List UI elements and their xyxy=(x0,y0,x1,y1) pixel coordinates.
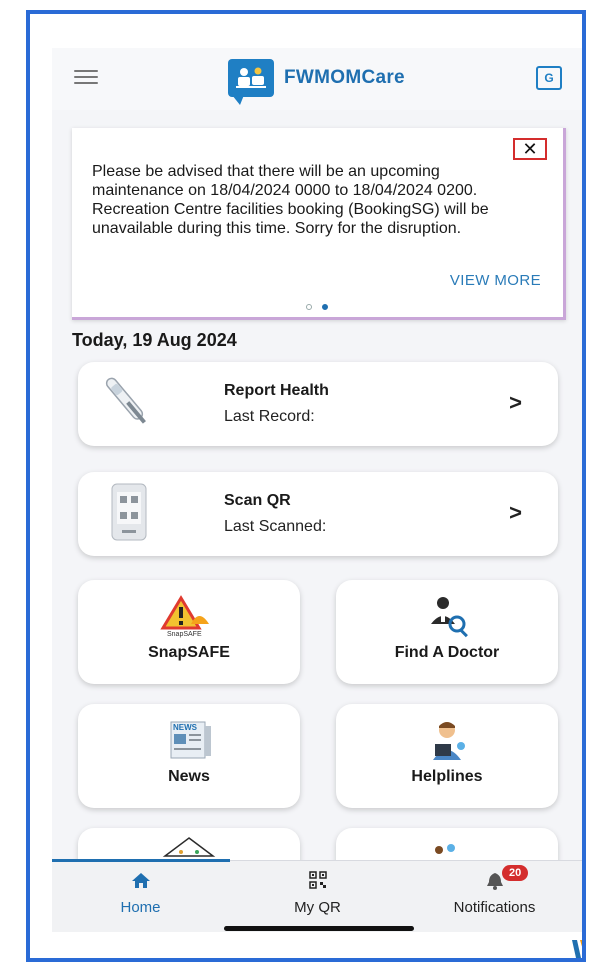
news-tile[interactable]: NEWS News xyxy=(78,704,300,808)
bell-icon: 20 xyxy=(406,865,582,893)
helplines-label: Helplines xyxy=(411,768,483,785)
snapsafe-icon-text: SnapSAFE xyxy=(167,631,202,638)
nav-notifications-label: Notifications xyxy=(453,899,536,916)
nav-notifications[interactable]: 20 Notifications xyxy=(406,865,582,925)
thermometer-icon xyxy=(94,372,164,436)
qr-code-icon xyxy=(229,871,406,893)
nav-my-qr[interactable]: My QR xyxy=(229,867,406,925)
chevron-right-icon: > xyxy=(509,390,522,415)
warning-icon: SnapSAFE xyxy=(159,594,219,638)
notification-count-badge: 20 xyxy=(502,865,529,881)
nav-home[interactable]: Home xyxy=(52,867,229,925)
phone-screen: FWMOMCare G ✕ Please be advised that the… xyxy=(52,48,582,932)
nav-my-qr-label: My QR xyxy=(294,899,341,916)
snapsafe-label: SnapSAFE xyxy=(148,644,230,661)
scan-qr-card[interactable]: Scan QR Last Scanned: > xyxy=(78,472,558,556)
home-icon xyxy=(52,871,229,893)
menu-icon[interactable] xyxy=(74,70,98,86)
watermark-logo-icon xyxy=(570,936,582,958)
snapsafe-tile[interactable]: SnapSAFE SnapSAFE xyxy=(78,580,300,684)
home-indicator xyxy=(224,926,414,931)
app-brand: FWMOMCare xyxy=(228,58,405,105)
helpline-agent-icon xyxy=(417,718,477,762)
chevron-right-icon: > xyxy=(509,500,522,525)
carousel-dots xyxy=(306,304,328,310)
scan-qr-title: Scan QR xyxy=(224,492,291,509)
app-logo-icon xyxy=(228,59,274,105)
report-health-last-record: Last Record: xyxy=(224,408,315,425)
announcement-text: Please be advised that there will be an … xyxy=(92,163,489,237)
screenshot-frame: FWMOMCare G ✕ Please be advised that the… xyxy=(26,10,586,962)
carousel-dot[interactable] xyxy=(306,304,312,310)
close-banner-button[interactable]: ✕ xyxy=(513,138,547,160)
top-bar: FWMOMCare G xyxy=(52,48,582,110)
find-doctor-tile[interactable]: Find A Doctor xyxy=(336,580,558,684)
doctor-search-icon xyxy=(417,594,477,638)
announcement-banner: ✕ Please be advised that there will be a… xyxy=(72,128,566,320)
news-icon-text: NEWS xyxy=(173,723,198,732)
qr-scanner-icon xyxy=(94,482,164,546)
helplines-tile[interactable]: Helplines xyxy=(336,704,558,808)
app-title: FWMOMCare xyxy=(284,67,405,88)
news-label: News xyxy=(168,768,210,785)
scan-qr-last-scanned: Last Scanned: xyxy=(224,518,327,535)
active-tab-indicator xyxy=(52,859,230,862)
nav-home-label: Home xyxy=(120,899,161,916)
report-health-card[interactable]: Report Health Last Record: > xyxy=(78,362,558,446)
view-more-link[interactable]: VIEW MORE xyxy=(450,272,541,289)
report-health-title: Report Health xyxy=(224,382,329,399)
translate-icon[interactable]: G xyxy=(536,66,562,90)
newspaper-icon: NEWS xyxy=(159,718,219,762)
find-doctor-label: Find A Doctor xyxy=(394,644,500,661)
carousel-dot-active[interactable] xyxy=(322,304,328,310)
today-date: Today, 19 Aug 2024 xyxy=(72,330,237,350)
bottom-nav: Home My QR 20 Notifications xyxy=(52,859,582,932)
